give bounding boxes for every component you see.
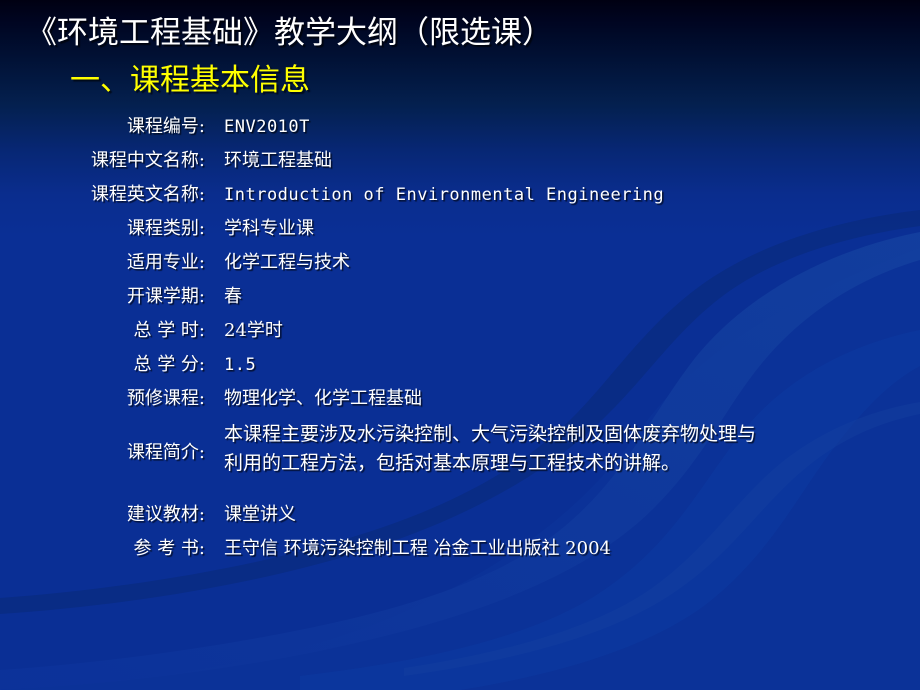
row-label: 课程中文名称: <box>90 150 205 171</box>
row-value: 学科专业课 <box>224 218 314 239</box>
row-value: 王守信 环境污染控制工程 冶金工业出版社 2004 <box>224 538 611 559</box>
row-label: 课程编号: <box>126 116 205 137</box>
row-value: 24学时 <box>224 320 283 341</box>
row-label: 参 考 书: <box>133 538 205 559</box>
row-label: 课程类别: <box>126 218 205 239</box>
table-row: 预修课程: 物理化学、化学工程基础 <box>0 386 920 420</box>
table-row-description: 课程简介: 本课程主要涉及水污染控制、大气污染控制及固体废弃物处理与 利用的工程… <box>0 420 920 482</box>
description-line-1: 本课程主要涉及水污染控制、大气污染控制及固体废弃物处理与 <box>224 423 757 445</box>
table-row: 课程编号: ENV2010T <box>0 114 920 148</box>
row-value: ENV2010T <box>224 117 310 137</box>
table-row: 参 考 书: 王守信 环境污染控制工程 冶金工业出版社 2004 <box>0 536 920 570</box>
row-value: 本课程主要涉及水污染控制、大气污染控制及固体废弃物处理与 利用的工程方法，包括对… <box>224 420 912 478</box>
presentation-slide: 《环境工程基础》教学大纲（限选课） 一、课程基本信息 课程编号: ENV2010… <box>0 0 920 690</box>
row-label: 建议教材: <box>126 504 205 525</box>
row-label: 开课学期: <box>126 286 205 307</box>
row-value: 化学工程与技术 <box>224 252 350 273</box>
row-label: 预修课程: <box>126 388 205 409</box>
row-value: 1.5 <box>224 355 257 375</box>
row-value: Introduction of Environmental Engineerin… <box>224 185 665 205</box>
row-label: 总 学 时: <box>133 320 205 341</box>
row-label: 课程简介: <box>126 442 205 463</box>
table-row-spacer <box>0 482 920 502</box>
page-title: 《环境工程基础》教学大纲（限选课） <box>26 15 553 51</box>
table-row: 建议教材: 课堂讲义 <box>0 502 920 536</box>
section-heading: 一、课程基本信息 <box>70 63 310 98</box>
row-value: 课堂讲义 <box>224 504 296 525</box>
description-line-2: 利用的工程方法，包括对基本原理与工程技术的讲解。 <box>224 452 681 474</box>
table-row: 课程类别: 学科专业课 <box>0 216 920 250</box>
row-label: 适用专业: <box>126 252 205 273</box>
table-row: 课程英文名称: Introduction of Environmental En… <box>0 182 920 216</box>
row-label: 课程英文名称: <box>90 184 205 205</box>
table-row: 开课学期: 春 <box>0 284 920 318</box>
table-row: 总 学 分: 1.5 <box>0 352 920 386</box>
slide-content: 《环境工程基础》教学大纲（限选课） 一、课程基本信息 课程编号: ENV2010… <box>0 0 920 690</box>
course-info-table: 课程编号: ENV2010T 课程中文名称: 环境工程基础 课程英文名称: In… <box>0 114 920 570</box>
table-row: 总 学 时: 24学时 <box>0 318 920 352</box>
row-value: 春 <box>224 286 242 307</box>
table-row: 课程中文名称: 环境工程基础 <box>0 148 920 182</box>
row-label: 总 学 分: <box>133 354 205 375</box>
row-value: 物理化学、化学工程基础 <box>224 388 422 409</box>
row-value: 环境工程基础 <box>224 150 332 171</box>
table-row: 适用专业: 化学工程与技术 <box>0 250 920 284</box>
